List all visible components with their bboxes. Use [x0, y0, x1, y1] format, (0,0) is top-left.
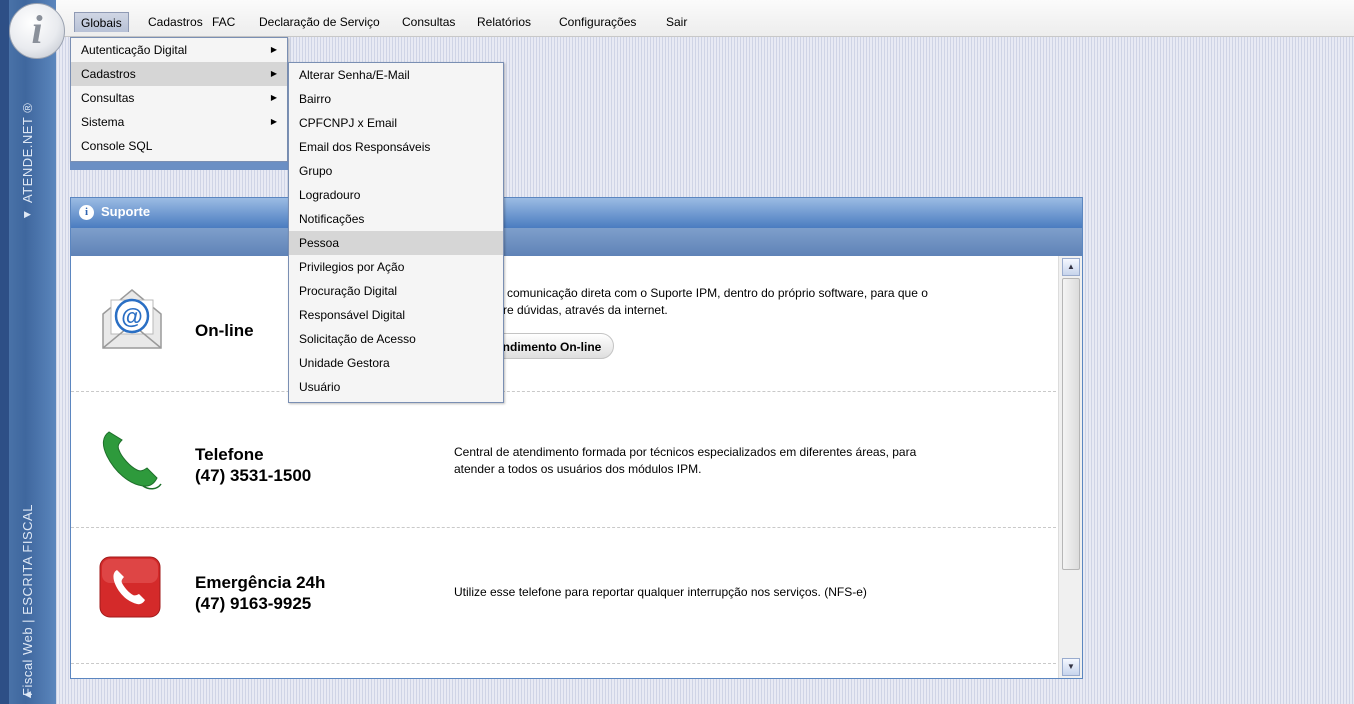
sidebar-edge: [0, 0, 9, 704]
emergency-phone-icon: [99, 556, 161, 618]
submenu-item-pessoa[interactable]: Pessoa: [289, 231, 503, 255]
telefone-title: Telefone (47) 3531-1500: [195, 444, 311, 486]
scroll-up-icon[interactable]: ▲: [1062, 258, 1080, 276]
submenu-item-notificacoes[interactable]: Notificações: [289, 207, 503, 231]
menu-item-label: Sistema: [81, 115, 125, 129]
submenu-item-alterar-senha[interactable]: Alterar Senha/E-Mail: [289, 63, 503, 87]
dropdown-footer-bar: [70, 162, 288, 170]
submenu-item-solicitacao-acesso[interactable]: Solicitação de Acesso: [289, 327, 503, 351]
submenu-item-bairro[interactable]: Bairro: [289, 87, 503, 111]
menu-fac[interactable]: FAC: [206, 12, 241, 32]
submenu-arrow-icon: ▶: [270, 117, 277, 126]
menu-consultas[interactable]: Consultas: [396, 12, 461, 32]
submenu-item-grupo[interactable]: Grupo: [289, 159, 503, 183]
emergencia-title: Emergência 24h (47) 9163-9925: [195, 572, 325, 614]
emergencia-number: (47) 9163-9925: [195, 594, 312, 613]
menu-sair[interactable]: Sair: [660, 12, 693, 32]
menu-cadastros[interactable]: Cadastros: [142, 12, 209, 32]
menu-item-autenticacao-digital[interactable]: Autenticação Digital ▶: [71, 38, 287, 62]
menu-configuracoes[interactable]: Configurações: [553, 12, 642, 32]
panel-title: Suporte: [101, 204, 151, 219]
online-description: e comunicação direta com o Suporte IPM, …: [497, 285, 1056, 319]
submenu-item-logradouro[interactable]: Logradouro: [289, 183, 503, 207]
info-icon: i: [79, 205, 94, 220]
online-desc-line2: tire dúvidas, através da internet.: [497, 303, 668, 317]
submenu-arrow-icon: ▶: [270, 69, 277, 78]
panel-subheader: [71, 228, 1082, 256]
submenu-item-privilegios[interactable]: Privilegios por Ação: [289, 255, 503, 279]
online-support-button[interactable]: endimento On-line: [489, 333, 615, 359]
telefone-number: (47) 3531-1500: [195, 466, 312, 485]
submenu-item-responsavel-digital[interactable]: Responsável Digital: [289, 303, 503, 327]
menu-item-label: Autenticação Digital: [81, 43, 188, 57]
submenu-arrow-icon: ▶: [270, 45, 277, 54]
support-row-online: @ On-line e comunicação direta com o Sup…: [71, 256, 1056, 392]
online-title: On-line: [195, 321, 254, 340]
telefone-label: Telefone: [195, 445, 264, 464]
svg-text:@: @: [121, 304, 142, 329]
telefone-description: Central de atendimento formada por técni…: [454, 444, 1054, 478]
panel-header: i Suporte: [71, 198, 1082, 228]
emergencia-label: Emergência 24h: [195, 573, 326, 592]
fiscal-web-label: Fiscal Web | ESCRITA FISCAL: [20, 504, 35, 696]
telefone-desc-line1: Central de atendimento formada por técni…: [454, 445, 917, 459]
menu-item-console-sql[interactable]: Console SQL: [71, 134, 287, 158]
submenu-item-cpfcnpj-email[interactable]: CPFCNPJ x Email: [289, 111, 503, 135]
submenu-item-email-responsaveis[interactable]: Email dos Responsáveis: [289, 135, 503, 159]
menu-item-sistema[interactable]: Sistema ▶: [71, 110, 287, 134]
menu-bar: Globais Cadastros FAC Declaração de Serv…: [56, 0, 1354, 37]
emergencia-description: Utilize esse telefone para reportar qual…: [454, 585, 867, 599]
menu-item-label: Console SQL: [81, 139, 153, 153]
menu-item-consultas[interactable]: Consultas ▶: [71, 86, 287, 110]
support-row-emergencia: Emergência 24h (47) 9163-9925 Utilize es…: [71, 528, 1056, 664]
collapse-arrow-icon[interactable]: ◀: [24, 690, 31, 699]
support-panel: i Suporte @ On-line e comunicação direta…: [70, 197, 1083, 679]
menu-globais[interactable]: Globais: [74, 12, 129, 32]
menu-item-cadastros[interactable]: Cadastros ▶: [71, 62, 287, 86]
submenu-item-usuario[interactable]: Usuário: [289, 375, 503, 399]
globais-dropdown: Autenticação Digital ▶ Cadastros ▶ Consu…: [70, 37, 288, 162]
menu-relatorios[interactable]: Relatórios: [471, 12, 537, 32]
atende-net-label: ATENDE.NET ®: [20, 102, 35, 203]
panel-scrollbar[interactable]: ▲ ▼: [1058, 256, 1082, 678]
email-icon: @: [102, 289, 162, 349]
scroll-down-icon[interactable]: ▼: [1062, 658, 1080, 676]
sidebar: ATENDE.NET ® ▶ Fiscal Web | ESCRITA FISC…: [0, 0, 56, 704]
submenu-item-procuracao-digital[interactable]: Procuração Digital: [289, 279, 503, 303]
phone-icon: [102, 431, 162, 490]
expand-arrow-icon[interactable]: ▶: [24, 210, 31, 219]
online-desc-line1: e comunicação direta com o Suporte IPM, …: [497, 286, 928, 300]
menu-item-label: Consultas: [81, 91, 135, 105]
telefone-desc-line2: atender a todos os usuários dos módulos …: [454, 462, 702, 476]
cadastros-submenu: Alterar Senha/E-Mail Bairro CPFCNPJ x Em…: [288, 62, 504, 403]
submenu-arrow-icon: ▶: [270, 93, 277, 102]
app-logo: i: [9, 3, 65, 59]
panel-body: @ On-line e comunicação direta com o Sup…: [71, 256, 1056, 678]
scrollbar-thumb[interactable]: [1062, 278, 1080, 570]
menu-declaracao-servico[interactable]: Declaração de Serviço: [253, 12, 386, 32]
submenu-item-unidade-gestora[interactable]: Unidade Gestora: [289, 351, 503, 375]
menu-item-label: Cadastros: [81, 67, 136, 81]
support-row-telefone: Telefone (47) 3531-1500 Central de atend…: [71, 392, 1056, 528]
